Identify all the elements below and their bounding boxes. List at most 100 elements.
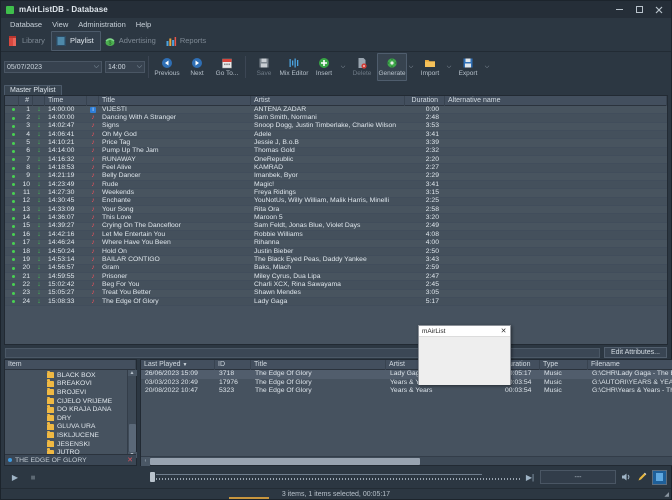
pencil-icon[interactable] xyxy=(636,471,648,483)
export-button[interactable]: Export xyxy=(453,53,483,81)
list-item[interactable]: CIJELO VRIJEME xyxy=(5,396,127,406)
results-col-last-played[interactable]: Last Played ▼ xyxy=(141,359,215,370)
results-list[interactable]: 26/06/2023 15:09 3718 The Edge Of Glory Lad… xyxy=(141,370,672,456)
list-item[interactable]: BLACK BOX xyxy=(5,370,127,380)
maximize-button[interactable] xyxy=(629,2,649,18)
skip-next-button[interactable]: ▶| xyxy=(524,471,536,483)
results-horizontal-scrollbar[interactable]: ‹ › xyxy=(141,456,672,466)
list-item[interactable]: JESENSKI xyxy=(5,439,127,449)
row-number: 5 xyxy=(26,139,30,147)
goto-button[interactable]: Go To... xyxy=(212,53,242,81)
minimize-button[interactable] xyxy=(609,2,629,18)
results-col-title[interactable]: Title xyxy=(251,359,386,370)
col-flag[interactable] xyxy=(33,95,45,106)
waveform-handle[interactable] xyxy=(150,472,155,482)
item-tree-pane: Item BLACK BOX BREAKOVI BROJEVI CIJELO VRIJ… xyxy=(4,359,137,466)
tab-master-playlist[interactable]: Master Playlist xyxy=(4,85,62,95)
menu-item-view[interactable]: View xyxy=(47,19,73,30)
menu-item-administration[interactable]: Administration xyxy=(73,19,131,30)
col-artist[interactable]: Artist xyxy=(251,95,405,106)
row-filename: G:\AUTORI\YEARS & YEARS\Years & Years - … xyxy=(592,378,672,386)
tab-playlist[interactable]: Playlist xyxy=(50,30,101,51)
generate-button[interactable]: Generate xyxy=(377,53,407,81)
generate-dropdown-arrow[interactable]: ⌵ xyxy=(407,53,415,81)
row-artist: Freya Ridings xyxy=(254,189,296,197)
col-duration[interactable]: Duration xyxy=(405,95,445,106)
resize-grip[interactable]: ◢ xyxy=(664,491,669,498)
layout-icon[interactable] xyxy=(652,469,667,485)
row-flag-icon: ↓ xyxy=(37,222,41,230)
scroll-track[interactable] xyxy=(128,376,137,452)
row-type-icon: ♪ xyxy=(87,131,99,139)
tree-vertical-scrollbar[interactable]: ▲ ▼ xyxy=(127,370,137,458)
volume-icon[interactable] xyxy=(620,471,632,483)
scroll-left-button[interactable]: ‹ xyxy=(141,456,150,466)
results-col-filename[interactable]: Filename xyxy=(588,360,672,370)
list-item[interactable]: DRY xyxy=(5,413,127,423)
menu-item-database[interactable]: Database xyxy=(5,19,47,30)
table-row[interactable]: 26/06/2023 15:09 3718 The Edge Of Glory Lad… xyxy=(141,370,672,379)
mairlist-dialog[interactable]: mAirList ✕ xyxy=(418,325,511,385)
col-time[interactable]: Time xyxy=(45,95,87,106)
list-item[interactable]: ISKLJUCENE xyxy=(5,430,127,440)
col-type[interactable] xyxy=(87,95,99,106)
row-duration: 3:53 xyxy=(425,122,439,130)
hscroll-track[interactable] xyxy=(150,457,672,466)
tree-col-item[interactable]: Item xyxy=(5,359,136,370)
tree-list[interactable]: BLACK BOX BREAKOVI BROJEVI CIJELO VRIJEME DO… xyxy=(5,370,127,454)
clear-selection-icon[interactable]: ✕ xyxy=(127,456,133,464)
col-title[interactable]: Title xyxy=(99,95,251,106)
tab-reports[interactable]: Reports xyxy=(162,31,212,51)
save-button[interactable]: Save xyxy=(249,53,279,81)
import-button[interactable]: Import xyxy=(415,53,445,81)
row-title: Belly Dancer xyxy=(102,172,141,180)
delete-button[interactable]: Delete xyxy=(347,53,377,81)
play-button[interactable]: ▶ xyxy=(9,471,21,483)
row-status-dot xyxy=(5,116,19,120)
insert-button[interactable]: Insert xyxy=(309,53,339,81)
music-icon: ♪ xyxy=(91,222,95,230)
row-time: 14:39:27 xyxy=(48,222,75,230)
time-selector[interactable]: 14:00 ⌵ xyxy=(105,61,145,73)
table-row[interactable]: 24 ↓ 15:08:33 ♪ The Edge Of Glory Lady Gaga 5:… xyxy=(5,298,667,307)
row-number: 8 xyxy=(26,164,30,172)
mix-editor-button[interactable]: Mix Editor xyxy=(279,53,309,81)
edit-attributes-button[interactable]: Edit Attributes... xyxy=(603,347,667,358)
row-artist: Justin Bieber xyxy=(254,247,294,255)
scroll-thumb[interactable] xyxy=(128,424,136,452)
list-item[interactable]: DO KRAJA DANA xyxy=(5,405,127,414)
results-col-type[interactable]: Type xyxy=(540,359,588,370)
col-number[interactable]: # xyxy=(19,95,33,106)
reports-icon xyxy=(166,36,176,46)
insert-dropdown-arrow[interactable]: ⌵ xyxy=(339,53,347,81)
table-row[interactable]: 03/03/2023 20:49 17976 The Edge Of Glory Ye… xyxy=(141,379,672,388)
col-status[interactable] xyxy=(5,95,19,106)
date-selector[interactable]: 05/07/2023 ⌵ xyxy=(4,61,102,73)
export-dropdown-arrow[interactable]: ⌵ xyxy=(483,53,491,81)
chevron-down-icon: ⌵ xyxy=(93,63,99,70)
table-row[interactable]: 20/08/2022 10:47 5323 The Edge Of Glory Yea… xyxy=(141,387,672,396)
row-flag-icon: ↓ xyxy=(37,106,41,113)
results-col-id[interactable]: ID xyxy=(215,359,251,370)
previous-button[interactable]: Previous xyxy=(152,53,182,81)
next-button[interactable]: Next xyxy=(182,53,212,81)
list-item[interactable]: BROJEVI xyxy=(5,387,127,397)
hscroll-thumb[interactable] xyxy=(150,457,420,465)
import-folder-icon xyxy=(425,60,435,67)
tab-library[interactable]: Library xyxy=(4,31,51,51)
col-alt-name[interactable]: Alternative name xyxy=(445,95,667,106)
playlist-grid-body[interactable]: 1 ↓ 14:00:00 i VIJESTI ANTENA ZADAR 0:00 2 ↓ 14:0… xyxy=(5,106,667,344)
waveform-scrubber[interactable] xyxy=(142,469,520,485)
tab-advertising[interactable]: $ Advertising xyxy=(101,31,162,51)
row-time: 15:05:27 xyxy=(48,289,75,297)
previous-label: Previous xyxy=(154,70,180,77)
close-button[interactable] xyxy=(649,2,669,18)
row-number: 20 xyxy=(22,264,30,272)
menu-item-help[interactable]: Help xyxy=(131,19,156,30)
list-item[interactable]: BREAKOVI xyxy=(5,379,127,389)
stop-button[interactable]: ■ xyxy=(27,471,39,483)
list-item[interactable]: GLUVA URA xyxy=(5,422,127,432)
dialog-close-icon[interactable]: ✕ xyxy=(499,327,508,335)
import-dropdown-arrow[interactable]: ⌵ xyxy=(445,53,453,81)
row-number: 2 xyxy=(26,114,30,122)
